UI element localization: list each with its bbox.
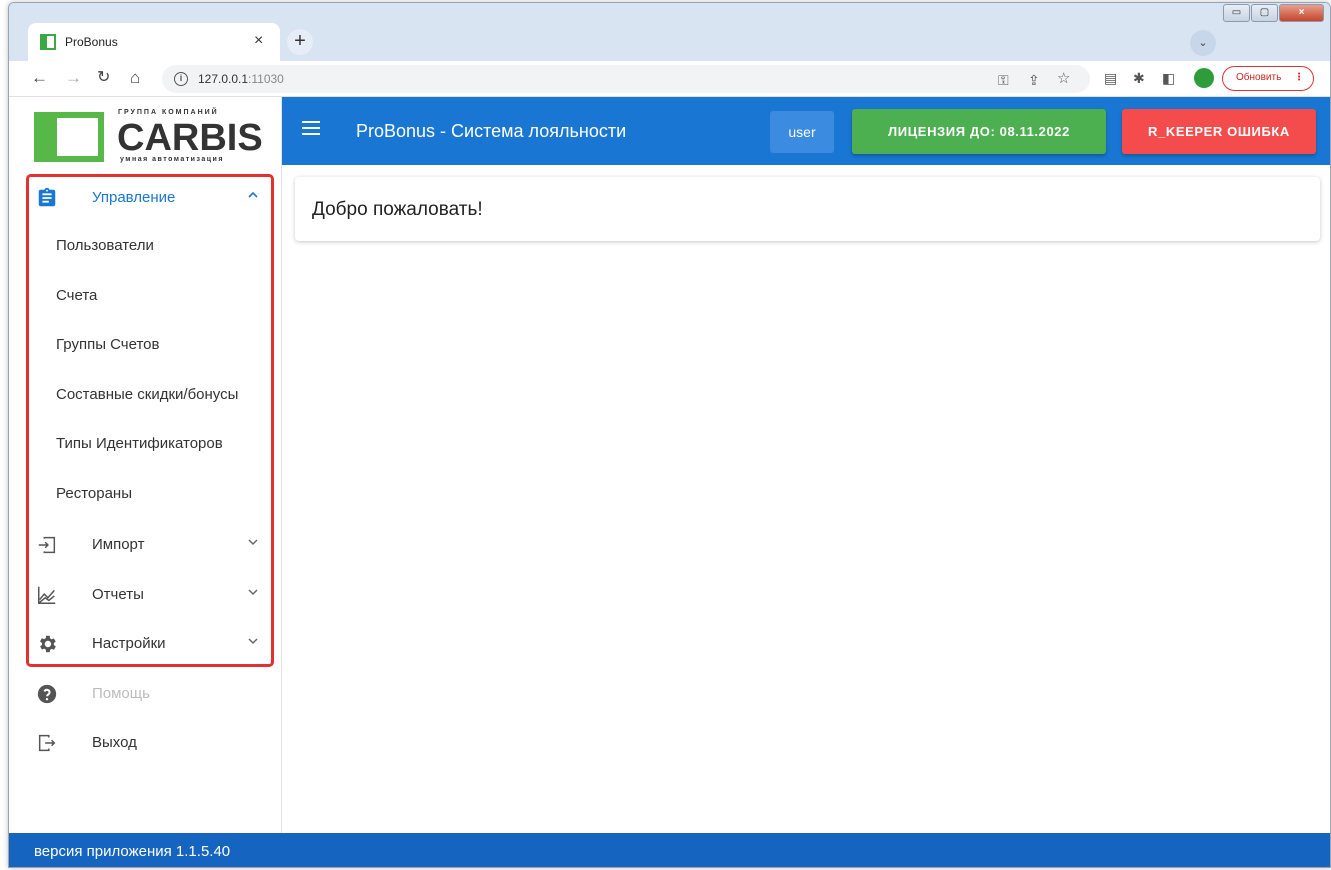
- tab-title: ProBonus: [65, 35, 118, 49]
- update-button[interactable]: Обновить ⋮: [1222, 66, 1314, 91]
- sidebar-item-management[interactable]: Управление: [9, 177, 282, 217]
- minimize-button[interactable]: ▭: [1223, 4, 1250, 22]
- sidebar-item-help[interactable]: Помощь: [9, 673, 282, 713]
- logo-name: CARBIS: [117, 117, 263, 159]
- logo-mark: [34, 112, 104, 162]
- import-icon: [38, 536, 56, 554]
- sidebar-subitem-users[interactable]: Пользователи: [56, 237, 154, 254]
- help-icon: [37, 684, 57, 704]
- menu-icon[interactable]: [302, 121, 320, 135]
- user-button[interactable]: user: [770, 111, 834, 153]
- profile-avatar[interactable]: [1194, 68, 1214, 88]
- sidebar-item-label: Управление: [92, 189, 176, 206]
- reload-icon[interactable]: ↻: [97, 69, 110, 87]
- welcome-card: Добро пожаловать!: [295, 177, 1320, 241]
- app-root: ГРУППА КОМПАНИЙ CARBIS умная автоматизац…: [9, 97, 1330, 867]
- chevron-down-icon: [248, 539, 258, 546]
- main-area: ProBonus - Система лояльности user ЛИЦЕН…: [282, 97, 1330, 833]
- logout-icon: [38, 734, 56, 752]
- browser-tab[interactable]: ProBonus ×: [28, 23, 280, 61]
- maximize-button[interactable]: ▢: [1251, 4, 1278, 22]
- sidebar-item-label: Настройки: [92, 635, 166, 652]
- app-version: версия приложения 1.1.5.40: [34, 843, 231, 860]
- gear-icon: [40, 635, 56, 653]
- window-controls: ▭ ▢ ×: [1223, 4, 1324, 22]
- more-icon: ⋮: [1294, 72, 1304, 83]
- home-icon[interactable]: ⌂: [130, 69, 140, 87]
- sidebar-subitem-composite-discounts[interactable]: Составные скидки/бонусы: [56, 386, 238, 403]
- url-text: 127.0.0.1:11030: [198, 72, 284, 86]
- chevron-up-icon: [248, 191, 258, 198]
- new-tab-button[interactable]: +: [287, 29, 313, 55]
- close-window-button[interactable]: ×: [1279, 4, 1324, 22]
- rkeeper-error-button[interactable]: R_KEEPER ОШИБКА: [1122, 109, 1316, 154]
- sidebar-subitem-restaurants[interactable]: Рестораны: [56, 485, 132, 502]
- sidebar: ГРУППА КОМПАНИЙ CARBIS умная автоматизац…: [9, 97, 282, 833]
- sidebar-subitem-account-groups[interactable]: Группы Счетов: [56, 336, 159, 353]
- sidebar-item-settings[interactable]: Настройки: [9, 623, 282, 663]
- site-info-icon[interactable]: i: [174, 72, 188, 86]
- clipboard-icon: [38, 187, 56, 207]
- back-icon[interactable]: ←: [31, 69, 48, 87]
- browser-window: ProBonus × + ⌄ ▭ ▢ × ← → ↻ ⌂ i 127.0.0.1…: [8, 2, 1331, 868]
- update-label: Обновить: [1236, 72, 1282, 83]
- sidebar-subitem-accounts[interactable]: Счета: [56, 287, 97, 304]
- chart-icon: [38, 586, 56, 604]
- side-panel-icon[interactable]: ◧: [1162, 69, 1175, 87]
- sidebar-item-label: Выход: [92, 734, 137, 751]
- puzzle-icon[interactable]: ✱: [1133, 69, 1145, 87]
- address-bar[interactable]: i 127.0.0.1:11030 ⚿ ⇪ ☆: [162, 65, 1090, 93]
- sidebar-item-exit[interactable]: Выход: [9, 722, 282, 762]
- sidebar-item-reports[interactable]: Отчеты: [9, 574, 282, 614]
- sidebar-item-label: Помощь: [92, 685, 150, 702]
- share-icon[interactable]: ⇪: [1028, 71, 1040, 89]
- extension-page-icon[interactable]: ▤: [1104, 69, 1117, 87]
- license-button[interactable]: ЛИЦЕНЗИЯ ДО: 08.11.2022: [852, 109, 1106, 154]
- logo-sub-text: умная автоматизация: [120, 156, 224, 163]
- app-title: ProBonus - Система лояльности: [356, 121, 627, 141]
- browser-tabstrip: ProBonus × + ⌄ ▭ ▢ ×: [9, 3, 1330, 61]
- sidebar-item-label: Импорт: [92, 536, 145, 553]
- key-icon[interactable]: ⚿: [998, 71, 1009, 89]
- footer: версия приложения 1.1.5.40: [9, 833, 1330, 867]
- forward-icon[interactable]: →: [65, 69, 82, 87]
- carbis-logo: ГРУППА КОМПАНИЙ CARBIS умная автоматизац…: [34, 105, 263, 163]
- app-bar: ProBonus - Система лояльности user ЛИЦЕН…: [282, 97, 1330, 165]
- chevron-down-icon: [248, 638, 258, 645]
- favicon-icon: [40, 34, 56, 50]
- sidebar-item-label: Отчеты: [92, 586, 144, 603]
- browser-toolbar: ← → ↻ ⌂ i 127.0.0.1:11030 ⚿ ⇪ ☆ ▤ ✱ ◧ Об…: [9, 61, 1330, 97]
- chevron-down-icon: [248, 589, 258, 596]
- tab-search-icon[interactable]: ⌄: [1190, 30, 1216, 56]
- welcome-text: Добро пожаловать!: [312, 199, 483, 220]
- sidebar-item-import[interactable]: Импорт: [9, 524, 282, 564]
- star-icon[interactable]: ☆: [1057, 70, 1070, 88]
- sidebar-subitem-identifier-types[interactable]: Типы Идентификаторов: [56, 435, 223, 452]
- tab-close-icon[interactable]: ×: [254, 32, 263, 50]
- logo-top-text: ГРУППА КОМПАНИЙ: [118, 109, 219, 116]
